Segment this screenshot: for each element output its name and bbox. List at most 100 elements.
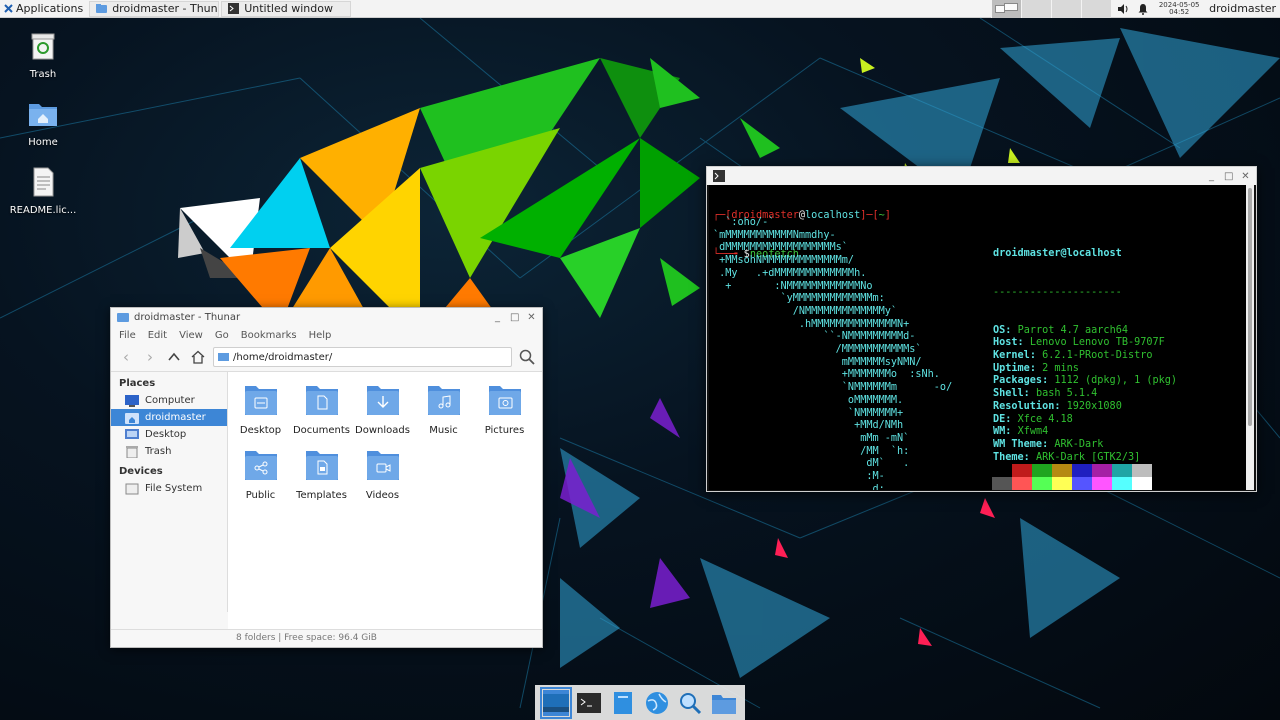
folder-label: Desktop	[239, 425, 282, 436]
palette-bottom-swatch-4	[1072, 477, 1092, 490]
folder-item-desktop[interactable]: Desktop	[230, 380, 291, 445]
menu-file[interactable]: File	[119, 330, 136, 341]
taskbar-button-terminal[interactable]: Untitled window	[221, 0, 352, 17]
info-value: 6.2.1-PRoot-Distro	[1042, 350, 1153, 362]
panel-clock[interactable]: 2024-05-05 04:52	[1157, 1, 1201, 16]
info-value: ARK-Dark	[1054, 438, 1104, 450]
sidebar-item-desktop[interactable]: Desktop	[111, 426, 227, 443]
folder-item-public[interactable]: Public	[230, 445, 291, 510]
dock-item-show-desktop[interactable]	[539, 686, 572, 719]
desktop-icon-label: Home	[28, 137, 58, 148]
menu-go[interactable]: Go	[215, 330, 229, 341]
dock-item-terminal[interactable]	[576, 690, 602, 716]
menu-bookmarks[interactable]: Bookmarks	[241, 330, 297, 341]
dock-item-search[interactable]	[677, 690, 703, 716]
ascii-line: /MMMMMMMMMMMs`	[713, 344, 922, 356]
info-value: Xfwm4	[1017, 426, 1049, 438]
info-key: Shell	[993, 388, 1024, 400]
desktop-icon-label: Trash	[29, 69, 57, 80]
terminal-icon	[228, 3, 240, 14]
folder-item-templates[interactable]: Templates	[291, 445, 352, 510]
folder-item-downloads[interactable]: Downloads	[352, 380, 413, 445]
info-value: 1112 (dpkg), 1 (pkg)	[1054, 375, 1178, 387]
sidebar-item-computer[interactable]: Computer	[111, 392, 227, 409]
applications-menu-button[interactable]: Applications	[0, 0, 87, 18]
window-title: droidmaster - Thunar	[134, 311, 241, 323]
parent-folder-button[interactable]	[165, 348, 183, 366]
terminal-scrollbar[interactable]	[1246, 185, 1254, 490]
terminal-output[interactable]: ┌─[droidmaster@localhost]─[~] └──╼ $neof…	[709, 185, 1246, 490]
info-key: Theme	[993, 451, 1024, 463]
folder-label: Templates	[296, 490, 347, 501]
back-button[interactable]: ‹	[117, 348, 135, 366]
folder-label: Videos	[365, 490, 400, 501]
dock-item-web-browser[interactable]	[644, 690, 670, 716]
search-button[interactable]	[518, 348, 536, 366]
workspace-4[interactable]	[1081, 0, 1112, 18]
terminal-window: _ □ ✕ ┌─[droidmaster@localhost]─[~] └──╼…	[706, 166, 1257, 492]
thunar-icon	[96, 4, 108, 13]
workspace-3[interactable]	[1051, 0, 1082, 18]
sidebar-item-file-system[interactable]: File System	[111, 480, 227, 497]
scrollbar-thumb[interactable]	[1248, 188, 1252, 426]
close-button[interactable]: ✕	[527, 312, 536, 323]
menu-help[interactable]: Help	[309, 330, 332, 341]
menu-edit[interactable]: Edit	[148, 330, 167, 341]
system-tray: 2024-05-05 04:52	[1111, 0, 1207, 18]
palette-top-swatch-5	[1092, 464, 1112, 477]
info-key: Packages	[993, 375, 1043, 387]
home-button[interactable]	[189, 348, 207, 366]
terminal-titlebar[interactable]: _ □ ✕	[707, 167, 1256, 185]
close-button[interactable]: ✕	[1241, 171, 1250, 182]
menu-view[interactable]: View	[179, 330, 203, 341]
ascii-line: dM` .	[713, 458, 910, 470]
folder-label: Music	[429, 425, 458, 436]
minimize-button[interactable]: _	[1207, 171, 1216, 182]
color-palette-top	[992, 464, 1152, 477]
folder-item-music[interactable]: Music	[413, 380, 474, 445]
desktop-icon-readme[interactable]: README.lic...	[7, 166, 79, 216]
taskbar-button-thunar[interactable]: droidmaster - Thunar	[89, 0, 220, 17]
palette-top-swatch-4	[1072, 464, 1092, 477]
separator: ---------------------	[993, 286, 1122, 298]
notification-bell-icon[interactable]	[1137, 3, 1149, 15]
volume-icon[interactable]	[1117, 3, 1129, 15]
minimize-button[interactable]: _	[493, 312, 502, 323]
maximize-button[interactable]: □	[510, 312, 519, 323]
desktop-icon-trash[interactable]: Trash	[7, 30, 79, 80]
user-host: droidmaster@localhost	[993, 248, 1122, 260]
maximize-button[interactable]: □	[1224, 171, 1233, 182]
palette-top-swatch-1	[1012, 464, 1032, 477]
dock-item-file-manager[interactable]	[610, 690, 636, 716]
workspace-1[interactable]	[991, 0, 1022, 18]
dock-item-home-folder[interactable]	[711, 690, 737, 716]
folder-item-videos[interactable]: Videos	[352, 445, 413, 510]
ascii-line: /NMMMMMMMMMMMMMy`	[713, 305, 898, 317]
desktop-icon	[542, 693, 569, 712]
workspace-2[interactable]	[1021, 0, 1052, 18]
forward-button[interactable]: ›	[141, 348, 159, 366]
sidebar-item-trash[interactable]: Trash	[111, 443, 227, 460]
file-grid: Desktop Documents Downloads Music Pictures Pu…	[228, 372, 542, 630]
clock-time: 04:52	[1169, 7, 1190, 16]
folder-item-documents[interactable]: Documents	[291, 380, 352, 445]
folder-label: Public	[245, 490, 276, 501]
home-folder-icon	[712, 694, 737, 714]
folder-item-pictures[interactable]: Pictures	[474, 380, 535, 445]
thunar-titlebar[interactable]: droidmaster - Thunar _ □ ✕	[111, 308, 542, 326]
sidebar-item-label: droidmaster	[145, 412, 206, 423]
downloads-folder-icon	[366, 386, 399, 415]
info-row: Uptime: 2 mins	[993, 362, 1079, 374]
user-menu-button[interactable]: droidmaster	[1207, 2, 1280, 15]
desktop-icon-home[interactable]: Home	[7, 98, 79, 148]
sidebar-item-droidmaster[interactable]: droidmaster	[111, 409, 227, 426]
info-value: 2 mins	[1042, 362, 1079, 374]
chevron-left-icon: ‹	[123, 348, 129, 366]
info-key: WM Theme	[993, 438, 1043, 450]
ascii-line: ``-NMMMMMMMMMd-	[713, 331, 916, 343]
dock	[535, 685, 745, 720]
sidebar-item-label: Trash	[145, 446, 172, 457]
color-palette-bottom	[992, 477, 1152, 490]
info-row: Resolution: 1920x1080	[993, 400, 1122, 412]
location-bar[interactable]: /home/droidmaster/	[213, 347, 512, 367]
